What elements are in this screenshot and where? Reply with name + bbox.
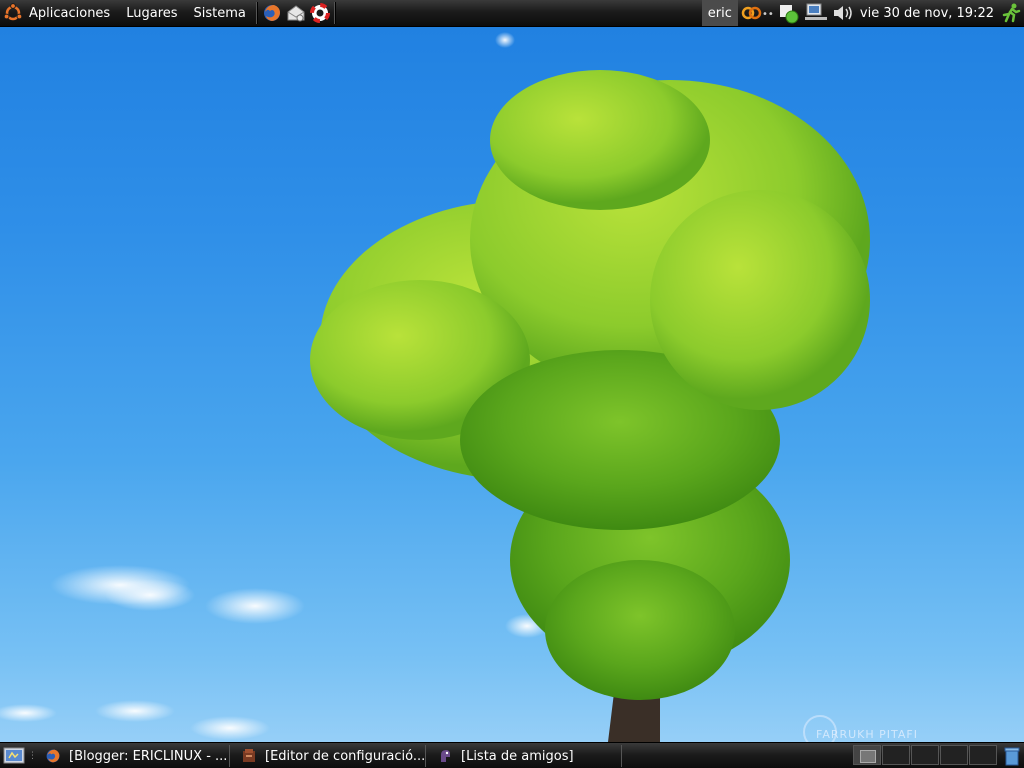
taskbar-item[interactable]: [Editor de configuració... [235,745,426,767]
mail-icon[interactable] [285,2,307,24]
workspace-switcher[interactable] [853,745,998,767]
taskbar-item-label: [Editor de configuració... [265,748,426,764]
wallpaper-watermark: FARRUKH PITAFI [816,728,918,741]
volume-icon[interactable] [832,2,854,24]
user-name: eric [707,5,732,21]
taskbar-item-label: [Blogger: ERICLINUX - ... [69,748,228,764]
panel-handle: ⋮ [28,751,37,761]
pidgin-icon [437,748,453,764]
workspace-4[interactable] [940,745,968,765]
taskbar-item[interactable]: [Lista de amigos] [431,745,622,767]
applications-menu-label: Aplicaciones [29,5,111,21]
chat-icon[interactable]: •• [740,2,774,24]
places-menu[interactable]: Lugares [118,0,185,26]
network-status-icon[interactable] [778,2,800,24]
show-desktop-icon[interactable] [3,746,25,766]
firefox-icon [45,748,61,764]
applications-menu[interactable]: Aplicaciones [0,0,118,26]
workspace-1[interactable] [853,745,881,765]
running-man-icon[interactable] [1000,2,1022,24]
help-icon[interactable] [309,2,331,24]
config-editor-icon [241,748,257,764]
workspace-2[interactable] [882,745,910,765]
panel-separator [255,2,258,24]
workspace-5[interactable] [969,745,997,765]
tree-foliage [310,70,870,700]
firefox-icon[interactable] [261,2,283,24]
desktop[interactable]: FARRUKH PITAFI Aplicaciones Lugares Sist… [0,0,1024,768]
svg-text:••: •• [762,9,774,20]
top-panel: Aplicaciones Lugares Sistema eric •• vie… [0,0,1024,27]
ubuntu-logo-icon [3,3,23,23]
bottom-panel: ⋮ [Blogger: ERICLINUX - ... [Editor de c… [0,742,1024,768]
taskbar-item-label: [Lista de amigos] [461,748,574,764]
system-menu[interactable]: Sistema [186,0,254,26]
places-menu-label: Lugares [126,5,178,21]
panel-separator [333,2,336,24]
system-menu-label: Sistema [193,5,246,21]
taskbar-item[interactable]: [Blogger: ERICLINUX - ... [39,745,230,767]
user-switcher[interactable]: eric [701,0,738,26]
trash-icon[interactable] [1002,745,1022,767]
workspace-3[interactable] [911,745,939,765]
wallpaper [0,32,870,749]
network-icon[interactable] [804,2,828,24]
clock[interactable]: vie 30 de nov, 19:22 [856,6,998,21]
